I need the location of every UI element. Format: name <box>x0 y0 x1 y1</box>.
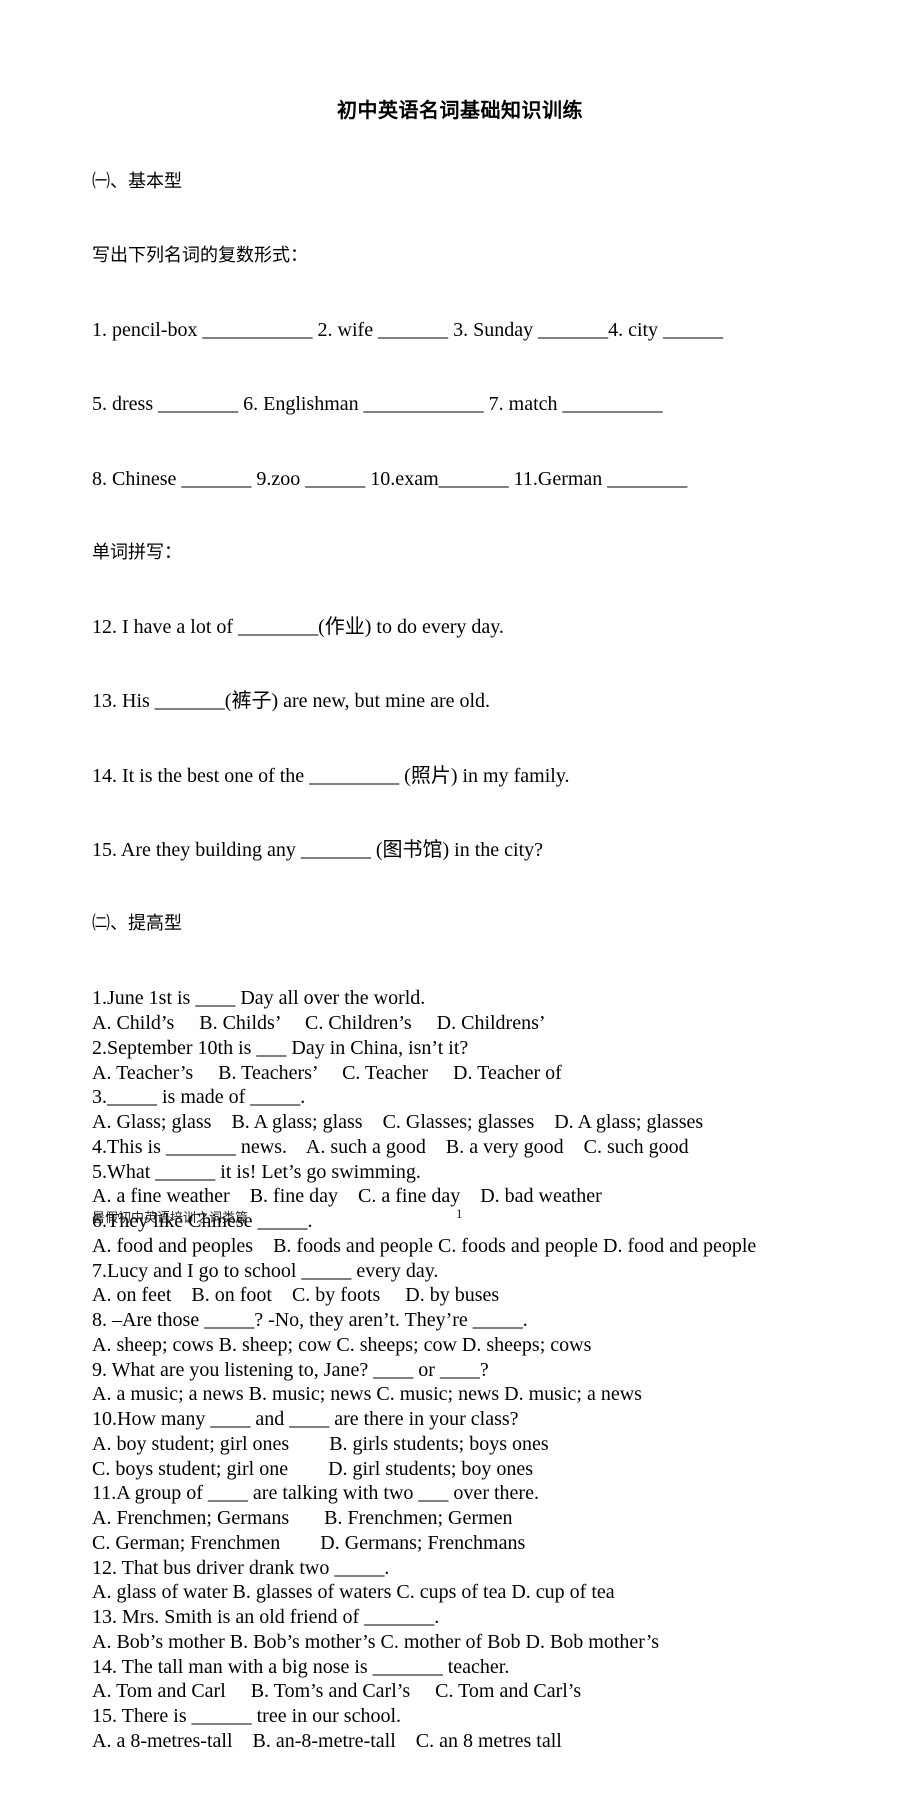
answer-options-line: A. a fine weather B. fine day C. a fine … <box>92 1185 602 1208</box>
plural-exercise-line: 1. pencil-box ___________ 2. wife ______… <box>92 319 724 341</box>
answer-options-line: A. on feet B. on foot C. by foots D. by … <box>92 1284 500 1307</box>
footer-text: 暑假初中英语培训之词类篇 <box>92 1211 249 1226</box>
answer-options-line: C. German; Frenchmen D. Germans; Frenchm… <box>92 1531 526 1554</box>
spelling-question: 15. Are they building any _______ (图书馆) … <box>92 838 544 861</box>
answer-options-line: C. boys student; girl one D. girl studen… <box>92 1457 534 1480</box>
question-line: 14. The tall man with a big nose is ____… <box>92 1655 510 1678</box>
spelling-question: 13. His _______(裤子) are new, but mine ar… <box>92 690 491 713</box>
advanced-questions: 1.June 1st is ____ Day all over the worl… <box>92 986 852 1753</box>
answer-options-line: A. Frenchmen; Germans B. Frenchmen; Germ… <box>92 1507 513 1529</box>
question-line: 13. Mrs. Smith is an old friend of _____… <box>92 1606 440 1628</box>
plural-exercise-line: 5. dress ________ 6. Englishman ________… <box>92 393 663 416</box>
instruction-spelling: 单词拼写： <box>92 541 182 563</box>
document-page: 初中英语名词基础知识训练 ㈠、基本型 写出下列名词的复数形式： 1. penci… <box>0 0 920 1752</box>
answer-options-line: A. Glass; glass B. A glass; glass C. Gla… <box>92 1111 704 1133</box>
answer-options-line: A. a 8-metres-tall B. an-8-metre-tall C.… <box>92 1729 562 1752</box>
answer-options-line: A. Bob’s mother B. Bob’s mother’s C. mot… <box>92 1630 660 1653</box>
section-heading-basic: ㈠、基本型 <box>92 170 182 192</box>
answer-options-line: A. Teacher’s B. Teachers’ C. Teacher D. … <box>92 1061 562 1084</box>
section-heading-advanced: ㈡、提高型 <box>92 913 182 934</box>
question-line: 9. What are you listening to, Jane? ____… <box>92 1358 489 1381</box>
answer-options-line: A. boy student; girl ones B. girls stude… <box>92 1432 549 1455</box>
document-title: 初中英语名词基础知识训练 <box>337 98 583 122</box>
document-body: ㈠、基本型 写出下列名词的复数形式： 1. pencil-box _______… <box>92 120 852 1803</box>
question-line: 10.How many ____ and ____ are there in y… <box>92 1408 519 1430</box>
question-line: 1.June 1st is ____ Day all over the worl… <box>92 987 426 1010</box>
question-line: 8. –Are those _____? -No, they aren’t. T… <box>92 1309 528 1331</box>
answer-options-line: A. sheep; cows B. sheep; cow C. sheeps; … <box>92 1333 592 1356</box>
page-number: 1 <box>456 1206 463 1221</box>
answer-options-line: A. a music; a news B. music; news C. mus… <box>92 1383 642 1406</box>
answer-options-line: A. Tom and Carl B. Tom’s and Carl’s C. T… <box>92 1680 582 1703</box>
question-line: 15. There is ______ tree in our school. <box>92 1705 402 1727</box>
question-line: 2.September 10th is ___ Day in China, is… <box>92 1036 469 1059</box>
answer-options-line: A. glass of water B. glasses of waters C… <box>92 1581 615 1604</box>
spelling-question: 14. It is the best one of the _________ … <box>92 764 570 787</box>
question-line: 7.Lucy and I go to school _____ every da… <box>92 1259 439 1282</box>
question-line: 5.What ______ it is! Let’s go swimming. <box>92 1160 421 1183</box>
spelling-question: 12. I have a lot of ________(作业) to do e… <box>92 616 504 638</box>
answer-options-line: A. Child’s B. Childs’ C. Children’s D. C… <box>92 1012 546 1034</box>
answer-options-line: A. food and peoples B. foods and people … <box>92 1234 757 1257</box>
question-line: 4.This is _______ news. A. such a good B… <box>92 1135 689 1158</box>
question-line: 12. That bus driver drank two _____. <box>92 1556 390 1579</box>
plural-exercise-line: 8. Chinese _______ 9.zoo ______ 10.exam_… <box>92 467 688 490</box>
instruction-plural: 写出下列名词的复数形式： <box>92 244 308 266</box>
question-line: 11.A group of ____ are talking with two … <box>92 1482 539 1505</box>
question-line: 3._____ is made of _____. <box>92 1086 306 1109</box>
